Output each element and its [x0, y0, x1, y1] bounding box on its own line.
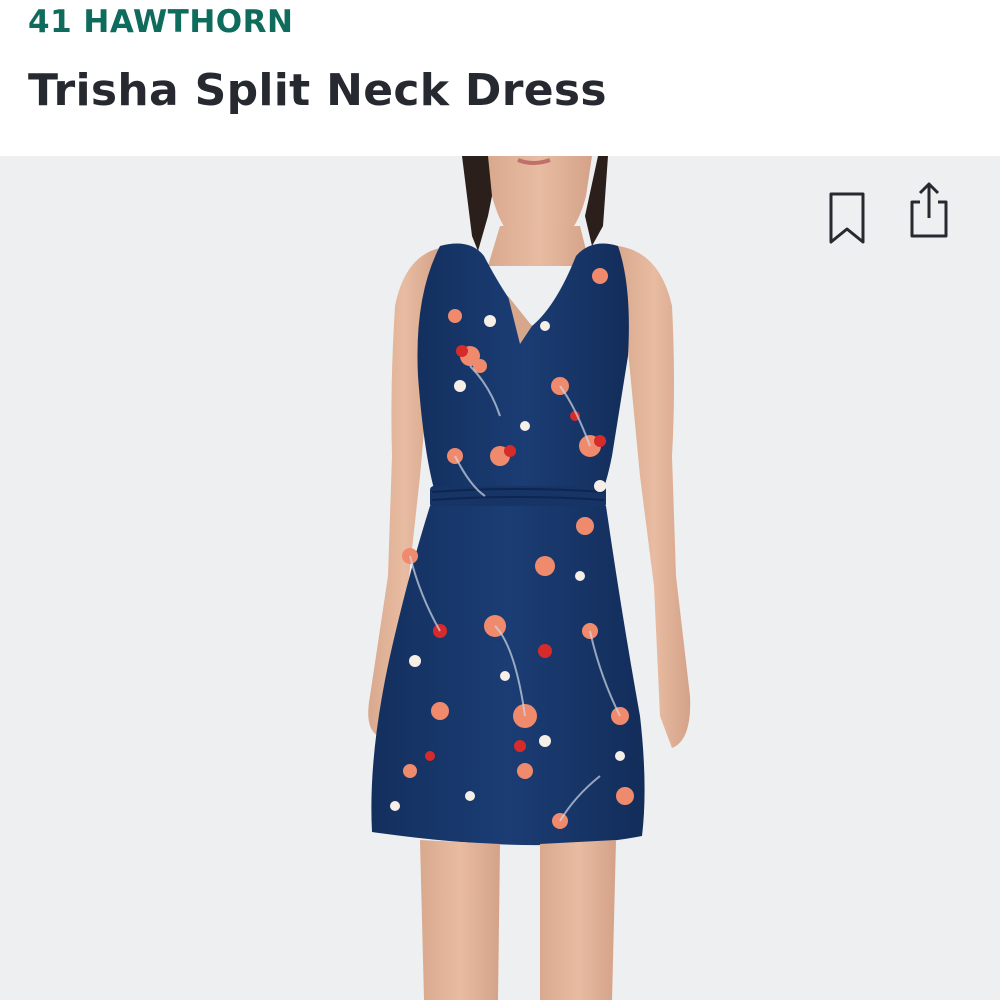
product-title: Trisha Split Neck Dress: [28, 65, 607, 116]
product-page: 41 HAWTHORN Trisha Split Neck Dress: [0, 0, 1000, 1000]
brand-name[interactable]: 41 HAWTHORN: [28, 2, 293, 42]
share-button[interactable]: [905, 178, 953, 242]
product-header: 41 HAWTHORN Trisha Split Neck Dress: [0, 0, 1000, 156]
bookmark-icon: [829, 192, 865, 244]
dress-photo-illustration: [368, 156, 691, 1000]
bookmark-button[interactable]: [823, 186, 871, 250]
product-image[interactable]: [0, 156, 1000, 1000]
share-icon: [910, 182, 948, 238]
